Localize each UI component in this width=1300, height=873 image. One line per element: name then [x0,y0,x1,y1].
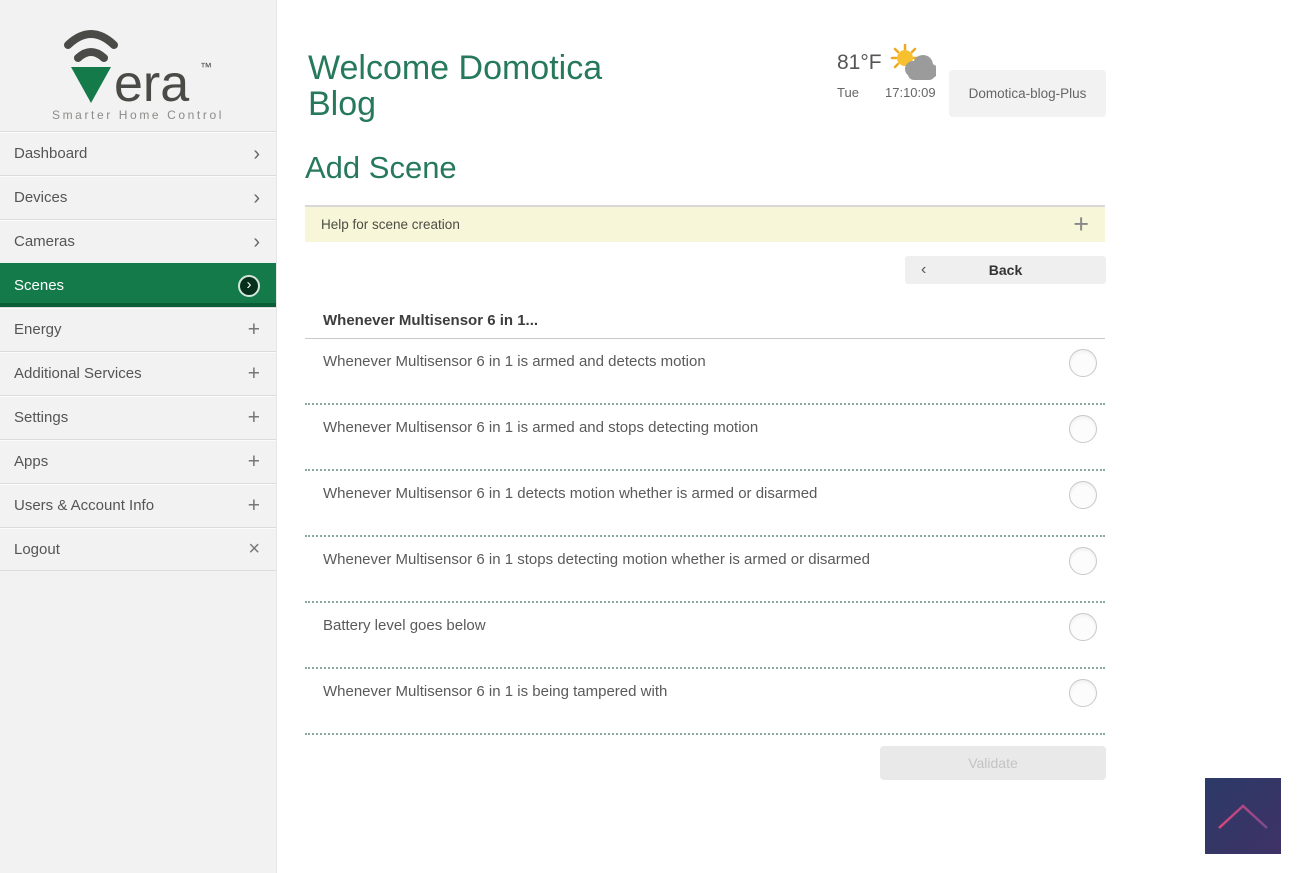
plus-icon [248,451,260,472]
trigger-label: Whenever Multisensor 6 in 1 is being tam… [323,683,667,700]
radio-button[interactable] [1069,415,1097,443]
validate-button[interactable]: Validate [880,746,1106,780]
close-icon [248,539,260,559]
plus-icon [248,363,260,384]
sidebar-item-dashboard[interactable]: Dashboard [0,131,276,175]
trigger-list-section: Whenever Multisensor 6 in 1... Whenever … [305,312,1105,735]
trigger-row-detects-motion-any[interactable]: Whenever Multisensor 6 in 1 detects moti… [305,471,1105,537]
vera-logo-icon: era ™ [54,19,222,107]
vera-logo: era ™ Smarter Home Control [0,0,276,131]
radio-button[interactable] [1069,613,1097,641]
back-button[interactable]: ‹ Back [905,256,1106,284]
weather-widget: 81°F [837,44,949,100]
main-content: Welcome Domotica Blog Add Scene 81°F [277,0,1300,873]
sidebar-item-label: Devices [14,189,253,206]
hub-selector-button[interactable]: Domotica-blog-Plus [949,70,1106,117]
plus-icon[interactable]: + [1073,211,1089,238]
trigger-label: Whenever Multisensor 6 in 1 detects moti… [323,485,817,502]
trigger-row-battery-level[interactable]: Battery level goes below [305,603,1105,669]
sun-behind-cloud-icon [888,44,936,82]
sidebar-item-additional-services[interactable]: Additional Services [0,351,276,395]
trigger-row-armed-stops-detecting[interactable]: Whenever Multisensor 6 in 1 is armed and… [305,405,1105,471]
trigger-label: Whenever Multisensor 6 in 1 is armed and… [323,419,758,436]
radio-button[interactable] [1069,349,1097,377]
sidebar-item-settings[interactable]: Settings [0,395,276,439]
trigger-list-header: Whenever Multisensor 6 in 1... [305,312,1105,339]
trigger-label: Battery level goes below [323,617,486,634]
radio-button[interactable] [1069,481,1097,509]
sidebar-item-users-account-info[interactable]: Users & Account Info [0,483,276,527]
sidebar-item-label: Dashboard [14,145,253,162]
radio-button[interactable] [1069,547,1097,575]
clock-time: 17:10:09 [885,85,936,100]
sidebar-item-devices[interactable]: Devices [0,175,276,219]
chevron-up-icon [1215,800,1271,832]
sidebar-item-label: Settings [14,409,248,426]
hub-name: Domotica-blog-Plus [969,86,1087,101]
weekday-label: Tue [837,85,885,100]
sidebar-menu: Dashboard Devices Cameras Scenes Energy … [0,131,276,571]
page-title: Add Scene [305,150,457,186]
vera-wordmark: era [114,55,189,107]
sidebar-item-label: Logout [14,541,248,558]
radio-button[interactable] [1069,679,1097,707]
trigger-row-armed-detects-motion[interactable]: Whenever Multisensor 6 in 1 is armed and… [305,339,1105,405]
app-window: era ™ Smarter Home Control Dashboard Dev… [0,0,1300,873]
back-button-label: Back [905,256,1106,284]
sidebar-item-apps[interactable]: Apps [0,439,276,483]
plus-icon [248,495,260,516]
sidebar: era ™ Smarter Home Control Dashboard Dev… [0,0,277,873]
temperature-value: 81°F [837,51,882,75]
trigger-row-stops-detecting-any[interactable]: Whenever Multisensor 6 in 1 stops detect… [305,537,1105,603]
trademark-symbol: ™ [200,60,212,74]
sidebar-item-energy[interactable]: Energy [0,307,276,351]
trigger-label: Whenever Multisensor 6 in 1 stops detect… [323,551,870,568]
trigger-row-tampered[interactable]: Whenever Multisensor 6 in 1 is being tam… [305,669,1105,735]
sidebar-item-label: Users & Account Info [14,497,248,514]
sidebar-item-scenes[interactable]: Scenes [0,263,276,307]
sidebar-item-label: Additional Services [14,365,248,382]
chevron-right-icon [253,188,260,208]
sidebar-item-label: Energy [14,321,248,338]
sidebar-item-cameras[interactable]: Cameras [0,219,276,263]
sidebar-item-label: Scenes [14,277,238,294]
plus-icon [248,319,260,340]
sidebar-item-label: Apps [14,453,248,470]
chevron-right-icon [253,232,260,252]
sidebar-item-logout[interactable]: Logout [0,527,276,571]
scroll-to-top-button[interactable] [1205,778,1281,854]
chevron-right-circle-icon [238,275,260,297]
welcome-title: Welcome Domotica Blog [308,50,648,123]
help-bar-label: Help for scene creation [321,217,1073,232]
logo-tagline: Smarter Home Control [52,108,224,122]
help-accordion-bar[interactable]: Help for scene creation + [305,205,1105,242]
sidebar-item-label: Cameras [14,233,253,250]
plus-icon [248,407,260,428]
trigger-label: Whenever Multisensor 6 in 1 is armed and… [323,353,706,370]
chevron-right-icon [253,144,260,164]
